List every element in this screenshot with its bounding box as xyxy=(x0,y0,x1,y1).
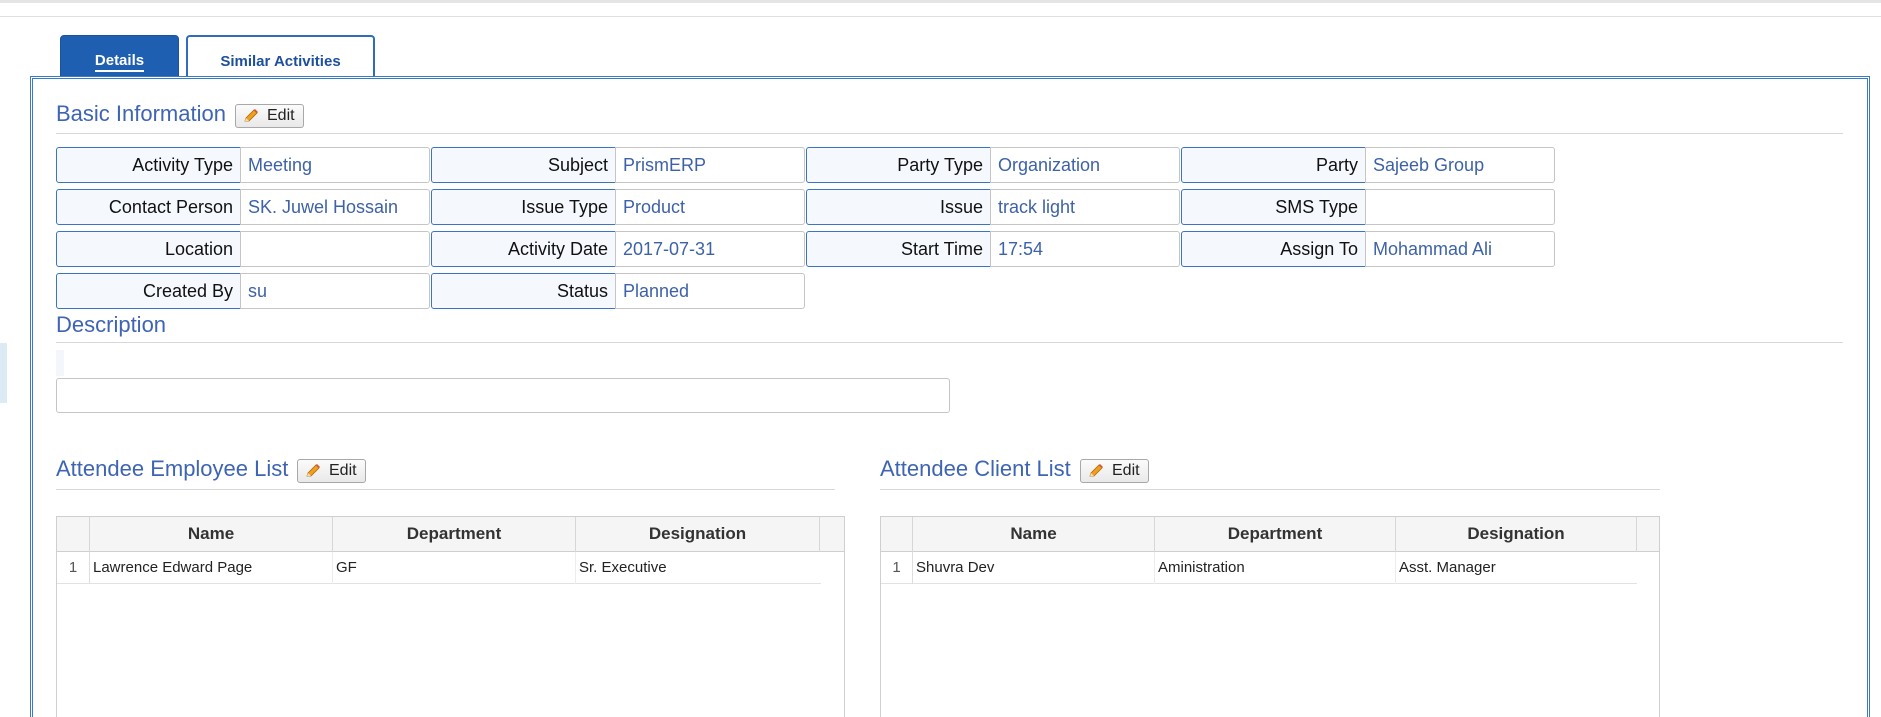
field-value: PrismERP xyxy=(615,147,805,183)
pencil-icon xyxy=(240,106,262,126)
field-label: Status xyxy=(431,273,616,309)
client-grid-header: Name Department Designation xyxy=(881,517,1659,552)
description-label-strip xyxy=(56,350,64,376)
field-sms-type: SMS Type xyxy=(1181,189,1555,225)
row-number: 1 xyxy=(881,552,913,584)
field-assign-to: Assign To Mohammad Ali xyxy=(1181,231,1555,267)
column-header-name[interactable]: Name xyxy=(90,517,333,552)
field-issue: Issue track light xyxy=(806,189,1180,225)
field-value: su xyxy=(240,273,430,309)
top-divider xyxy=(0,0,1881,3)
cell-designation: Sr. Executive xyxy=(579,559,667,576)
employee-list-edit-label: Edit xyxy=(329,462,357,479)
field-party-type: Party Type Organization xyxy=(806,147,1180,183)
client-list-divider xyxy=(880,489,1660,490)
client-list-edit-button[interactable]: Edit xyxy=(1080,459,1149,483)
field-label: Contact Person xyxy=(56,189,241,225)
field-value: track light xyxy=(990,189,1180,225)
field-label: Location xyxy=(56,231,241,267)
field-issue-type: Issue Type Product xyxy=(431,189,805,225)
basic-info-divider xyxy=(56,133,1843,134)
field-party: Party Sajeeb Group xyxy=(1181,147,1555,183)
cell-name: Lawrence Edward Page xyxy=(90,552,333,584)
field-value: 2017-07-31 xyxy=(615,231,805,267)
field-contact-person: Contact Person SK. Juwel Hossain xyxy=(56,189,430,225)
field-subject: Subject PrismERP xyxy=(431,147,805,183)
field-value: Sajeeb Group xyxy=(1365,147,1555,183)
field-label: SMS Type xyxy=(1181,189,1366,225)
side-scroll-marker xyxy=(0,343,7,403)
field-label: Issue Type xyxy=(431,189,616,225)
field-label: Activity Type xyxy=(56,147,241,183)
employee-grid: Name Department Designation 1 Lawrence E… xyxy=(56,516,845,717)
field-label: Created By xyxy=(56,273,241,309)
cell-department: Aministration xyxy=(1155,552,1396,584)
field-activity-date: Activity Date 2017-07-31 xyxy=(431,231,805,267)
column-header-designation[interactable]: Designation xyxy=(576,517,820,552)
basic-info-edit-button[interactable]: Edit xyxy=(235,104,304,128)
field-label: Assign To xyxy=(1181,231,1366,267)
tab-details-label: Details xyxy=(94,52,145,72)
column-header-department[interactable]: Department xyxy=(1155,517,1396,552)
field-start-time: Start Time 17:54 xyxy=(806,231,1180,267)
employee-list-edit-button[interactable]: Edit xyxy=(297,459,366,483)
cell-name: Shuvra Dev xyxy=(913,552,1155,584)
description-divider xyxy=(56,342,1843,343)
column-header-department[interactable]: Department xyxy=(333,517,576,552)
field-label: Issue xyxy=(806,189,991,225)
column-header-designation[interactable]: Designation xyxy=(1396,517,1637,552)
field-value xyxy=(1365,189,1555,225)
field-value: Planned xyxy=(615,273,805,309)
tab-similar-activities[interactable]: Similar Activities xyxy=(186,35,375,77)
employee-list-divider xyxy=(56,489,835,490)
field-value xyxy=(240,231,430,267)
pencil-icon xyxy=(1085,461,1107,481)
field-value: Mohammad Ali xyxy=(1365,231,1555,267)
pencil-icon xyxy=(302,461,324,481)
field-label: Start Time xyxy=(806,231,991,267)
cell-department: GF xyxy=(333,552,576,584)
description-title: Description xyxy=(56,312,167,337)
field-label: Party Type xyxy=(806,147,991,183)
field-label: Subject xyxy=(431,147,616,183)
cell-designation: Asst. Manager xyxy=(1399,559,1496,576)
field-value: Product xyxy=(615,189,805,225)
table-row[interactable]: 1 Shuvra Dev Aministration Asst. Manager xyxy=(881,552,1637,584)
row-number-header xyxy=(57,517,90,552)
basic-info-title: Basic Information xyxy=(56,101,226,126)
field-value: 17:54 xyxy=(990,231,1180,267)
tab-details[interactable]: Details xyxy=(60,35,179,77)
field-value: Meeting xyxy=(240,147,430,183)
client-list-title: Attendee Client List xyxy=(880,456,1071,481)
table-row[interactable]: 1 Lawrence Edward Page GF Sr. Executive xyxy=(57,552,821,584)
tab-similar-activities-label: Similar Activities xyxy=(220,53,341,70)
row-number-header xyxy=(881,517,913,552)
field-value: Organization xyxy=(990,147,1180,183)
basic-info-edit-label: Edit xyxy=(267,107,295,124)
client-grid: Name Department Designation 1 Shuvra Dev… xyxy=(880,516,1660,717)
row-number: 1 xyxy=(57,552,90,584)
field-value: SK. Juwel Hossain xyxy=(240,189,430,225)
employee-list-title: Attendee Employee List xyxy=(56,456,289,481)
field-status: Status Planned xyxy=(431,273,805,309)
client-list-edit-label: Edit xyxy=(1112,462,1140,479)
field-label: Party xyxy=(1181,147,1366,183)
top-divider-secondary xyxy=(0,16,1881,17)
description-field xyxy=(56,378,950,413)
column-header-name[interactable]: Name xyxy=(913,517,1155,552)
field-location: Location xyxy=(56,231,430,267)
field-created-by: Created By su xyxy=(56,273,430,309)
employee-grid-header: Name Department Designation xyxy=(57,517,844,552)
field-label: Activity Date xyxy=(431,231,616,267)
field-activity-type: Activity Type Meeting xyxy=(56,147,430,183)
